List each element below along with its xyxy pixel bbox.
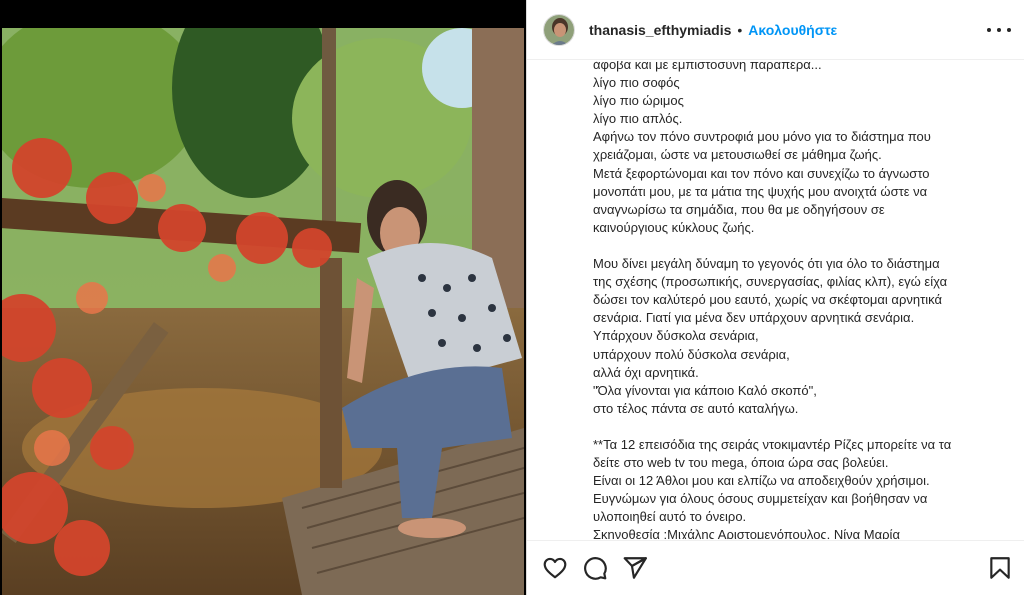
caption-line: υλοποιηθεί αυτό το όνειρο. [593,509,747,525]
post-photo[interactable] [2,28,524,595]
comment-icon[interactable] [582,555,608,581]
caption-line: καινούργιους κύκλους ζωής. [593,219,755,235]
more-dot [987,28,991,32]
caption-line: μονοπάτι μου, με τα μάτια της ψυχής μου … [593,183,928,199]
media-top-bar [0,0,526,28]
caption-line: Αφήνω τον πόνο συντροφιά μου μόνο για το… [593,129,931,145]
avatar-image [544,14,574,45]
caption-line: Μετά ξεφορτώνομαι και τον πόνο και συνεχ… [593,165,930,181]
caption-line: αναγνωρίσω τα σημάδια, που θα με οδηγήσο… [593,201,885,217]
caption-line: της σχέσης (προσωπικής, συνεργασίας, φιλ… [593,274,948,290]
more-dot [997,28,1001,32]
separator-dot: • [737,21,743,38]
username-link[interactable]: thanasis_efthymiadis [589,22,731,38]
caption-line: δώσει τον καλύτερό μου εαυτό, χωρίς να σ… [593,292,942,308]
bookmark-icon[interactable] [987,555,1013,581]
caption-line: λίγο πιο ώριμος [593,93,684,109]
more-dot [1007,28,1011,32]
caption-area[interactable]: άφοβα και με εμπιστοσύνη παραπέρα... λίγο… [527,61,1024,539]
follow-button[interactable]: Ακολουθήστε [748,22,837,38]
photo-illustration [2,28,524,595]
post-side-panel: thanasis_efthymiadis • Ακολουθήστε άφοβα… [526,0,1024,595]
post-media [0,0,526,595]
caption-line: Ευγνώμων για όλους όσους συμμετείχαν και… [593,491,928,507]
caption-line: χρειάζομαι, ώστε να μετουσιωθεί σε μάθημ… [593,147,882,163]
caption-line: αλλά όχι αρνητικά. [593,364,699,380]
heart-icon[interactable] [542,555,568,581]
caption-line: **Τα 12 επεισόδια της σειράς ντοκιμαντέρ… [593,436,952,452]
caption-line: δείτε στο web tv του mega, όποια ώρα σας… [593,455,889,471]
caption-line: Είναι οι 12 Άθλοι μου και ελπίζω να αποδ… [593,473,930,489]
more-horizontal-icon[interactable] [987,20,1011,40]
caption-line: Μου δίνει μεγάλη δύναμη το γεγονός ότι γ… [593,256,940,272]
caption-line: σενάρια. Γιατί για μένα δεν υπάρχουν αρν… [593,310,915,326]
caption-line: υπάρχουν πολύ δύσκολα σενάρια, [593,346,790,362]
caption-line: λίγο πιο σοφός [593,75,680,91]
caption-text: άφοβα και με εμπιστοσύνη παραπέρα... λίγο… [593,61,1005,539]
caption-line: Σκηνοθεσία :Μιχάλης Αριστομενόπουλος, Νί… [593,527,900,539]
action-bar [527,540,1024,595]
caption-blank-line [593,418,1005,436]
avatar[interactable] [543,13,575,46]
post-header: thanasis_efthymiadis • Ακολουθήστε [527,0,1024,60]
caption-line: άφοβα και με εμπιστοσύνη παραπέρα... [593,61,822,72]
caption-line: λίγο πιο απλός. [593,111,683,127]
caption-line: "Όλα γίνονται για κάποιο Καλό σκοπό", [593,382,817,398]
share-icon[interactable] [622,555,648,581]
caption-blank-line [593,237,1005,255]
caption-line: στο τέλος πάντα σε αυτό καταλήγω. [593,400,799,416]
caption-line: Υπάρχουν δύσκολα σενάρια, [593,328,759,344]
